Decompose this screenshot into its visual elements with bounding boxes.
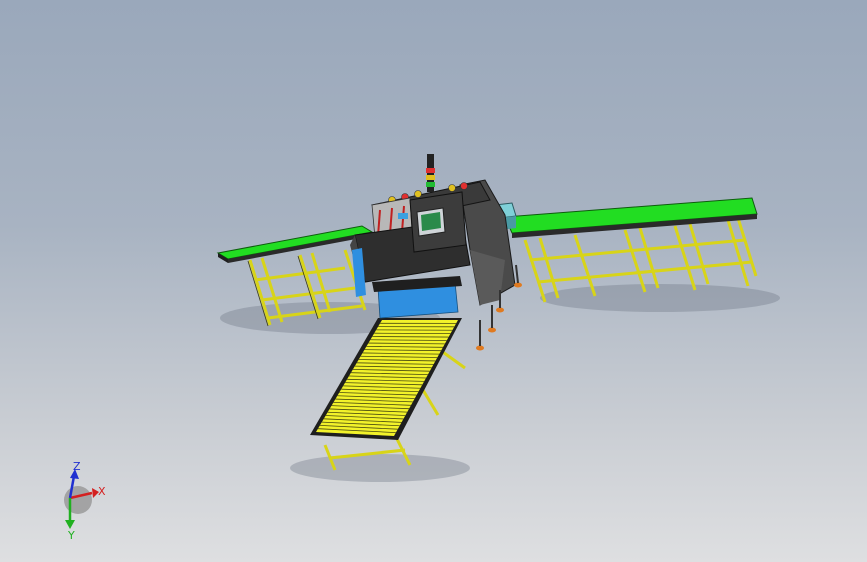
x-axis-label: X (98, 485, 106, 498)
cad-model-view[interactable]: X Z Y (0, 0, 867, 562)
coordinate-triad: X Z Y (64, 460, 106, 542)
button-red[interactable] (460, 182, 468, 190)
y-axis-head (65, 520, 75, 529)
graphics-viewport[interactable]: X Z Y (0, 0, 867, 562)
y-axis-label: Y (67, 529, 75, 542)
stack-light-icon (426, 154, 435, 192)
left-conveyor-belt (216, 225, 374, 260)
triad-sphere (64, 486, 92, 514)
roller-conveyor[interactable] (310, 318, 466, 471)
button-yellow-2[interactable] (414, 190, 422, 198)
button-yellow-3[interactable] (448, 184, 456, 192)
hmi-screen-icon[interactable] (416, 207, 446, 237)
z-axis-label: Z (73, 460, 81, 473)
